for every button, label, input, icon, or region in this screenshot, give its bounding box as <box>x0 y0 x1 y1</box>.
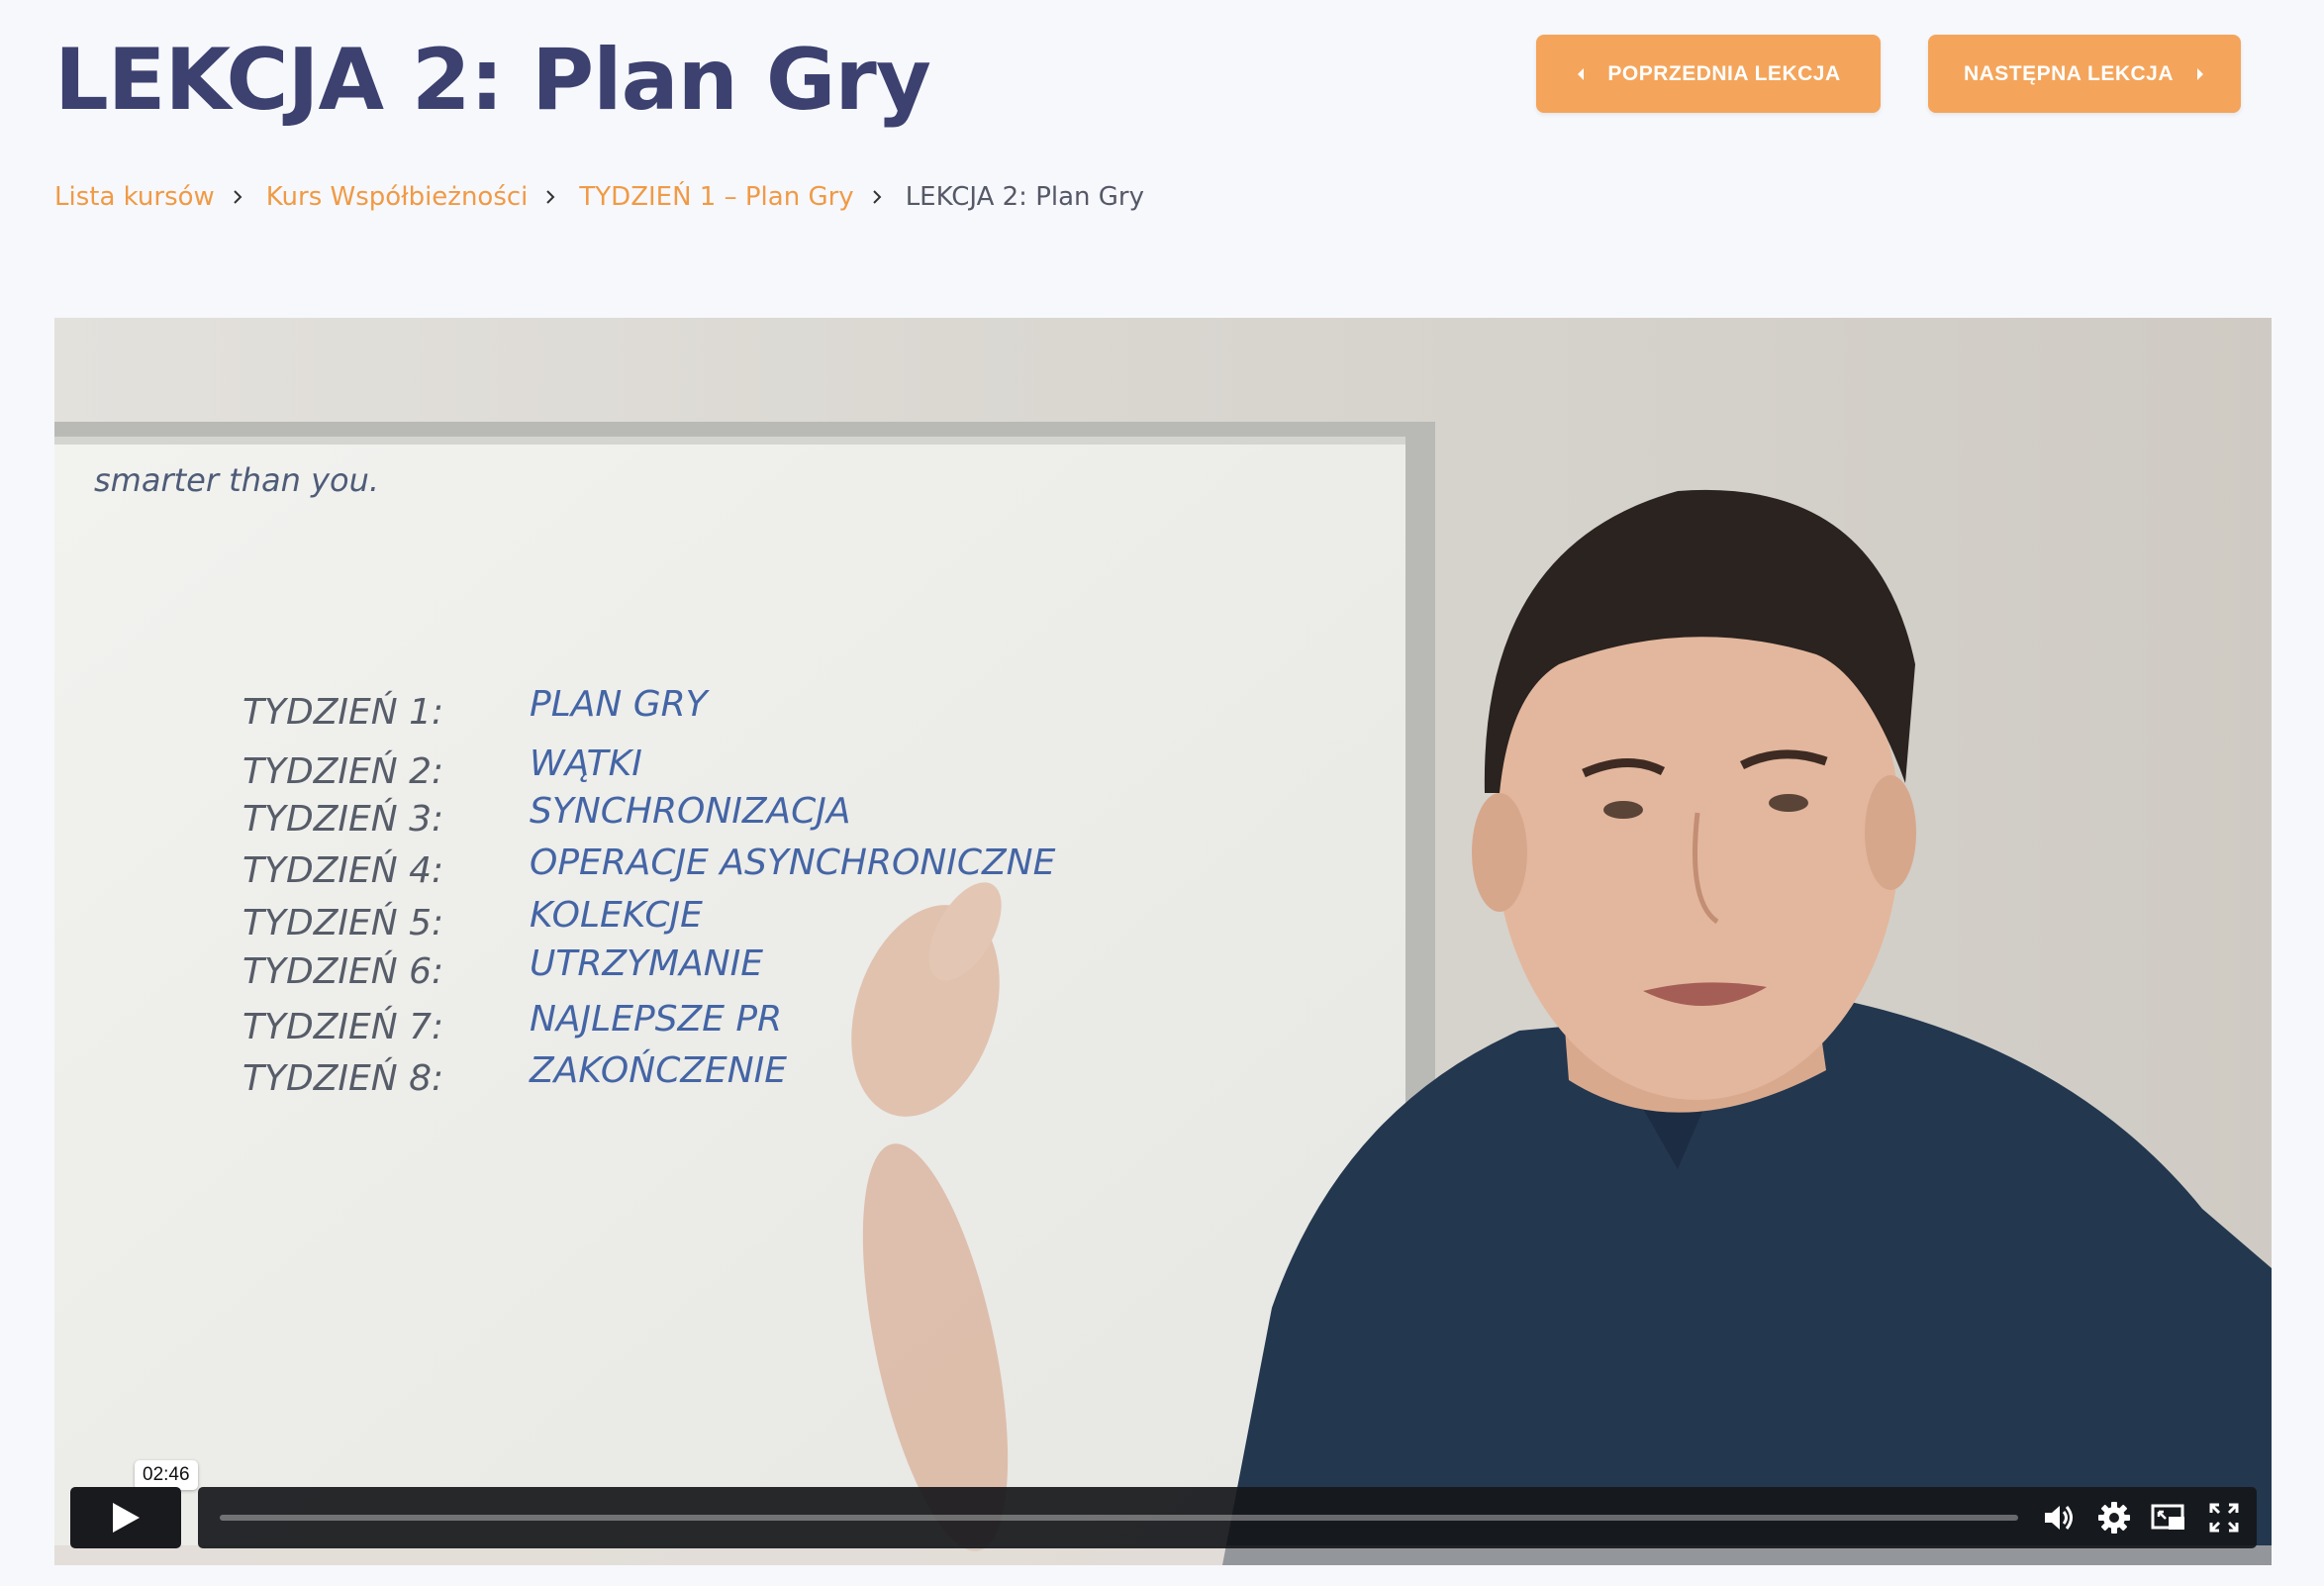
whiteboard-week-label: TYDZIEŃ 7: <box>242 1006 443 1047</box>
breadcrumb: Lista kursów Kurs Współbieżności TYDZIEŃ… <box>54 182 1144 212</box>
next-lesson-button[interactable]: NASTĘPNA LEKCJA <box>1928 35 2241 113</box>
volume-icon <box>2045 1506 2073 1530</box>
whiteboard-topic: PLAN GRY <box>530 684 711 725</box>
volume-button[interactable] <box>2041 1500 2077 1536</box>
previous-lesson-label: POPRZEDNIA LEKCJA <box>1607 61 1841 85</box>
breadcrumb-current-lesson: LEKCJA 2: Plan Gry <box>905 182 1145 212</box>
breadcrumb-course[interactable]: Kurs Współbieżności <box>266 182 529 212</box>
picture-in-picture-icon <box>2151 1504 2184 1530</box>
whiteboard-topic: UTRZYMANIE <box>530 943 763 984</box>
previous-lesson-button[interactable]: POPRZEDNIA LEKCJA <box>1536 35 1881 113</box>
whiteboard-week-label: TYDZIEŃ 8: <box>242 1057 443 1099</box>
picture-in-picture-button[interactable] <box>2151 1500 2186 1536</box>
whiteboard-topic: NAJLEPSZE PR <box>530 999 782 1040</box>
play-button[interactable] <box>70 1487 181 1548</box>
whiteboard-week-label: TYDZIEŃ 1: <box>242 691 443 733</box>
chevron-left-icon <box>1578 67 1585 80</box>
whiteboard-header: smarter than you. <box>94 461 379 499</box>
whiteboard-week-label: TYDZIEŃ 3: <box>242 798 443 840</box>
time-tooltip: 02:46 <box>135 1460 198 1498</box>
whiteboard-topic: KOLEKCJE <box>530 895 703 936</box>
whiteboard-week-label: TYDZIEŃ 6: <box>242 950 443 992</box>
breadcrumb-separator-icon <box>233 186 250 208</box>
progress-bar[interactable] <box>220 1515 2018 1521</box>
breadcrumb-separator-icon <box>872 186 890 208</box>
settings-icon <box>2098 1502 2130 1534</box>
breadcrumb-course-list[interactable]: Lista kursów <box>54 182 215 212</box>
chevron-right-icon <box>2197 67 2204 80</box>
settings-button[interactable] <box>2096 1500 2132 1536</box>
whiteboard-week-label: TYDZIEŃ 2: <box>242 750 443 792</box>
whiteboard-week-label: TYDZIEŃ 4: <box>242 849 443 891</box>
whiteboard-topic: ZAKOŃCZENIE <box>529 1049 787 1091</box>
page-title: LEKCJA 2: Plan Gry <box>54 31 931 130</box>
play-icon <box>113 1503 140 1533</box>
video-frame: smarter than you. TYDZIEŃ 1: PLAN GRY TYDZ… <box>54 318 2272 1565</box>
breadcrumb-separator-icon <box>545 186 563 208</box>
video-control-bar <box>198 1487 2257 1548</box>
fullscreen-button[interactable] <box>2206 1500 2242 1536</box>
whiteboard-topic: SYNCHRONIZACJA <box>530 791 851 832</box>
breadcrumb-week[interactable]: TYDZIEŃ 1 – Plan Gry <box>579 182 853 212</box>
whiteboard-week-label: TYDZIEŃ 5: <box>242 902 443 943</box>
fullscreen-icon <box>2209 1503 2239 1533</box>
next-lesson-label: NASTĘPNA LEKCJA <box>1963 61 2175 85</box>
video-player[interactable]: smarter than you. TYDZIEŃ 1: PLAN GRY TYDZ… <box>54 318 2272 1565</box>
whiteboard-topic: OPERACJE ASYNCHRONICZNE <box>530 843 1056 883</box>
whiteboard-topic: WĄTKI <box>530 743 642 784</box>
